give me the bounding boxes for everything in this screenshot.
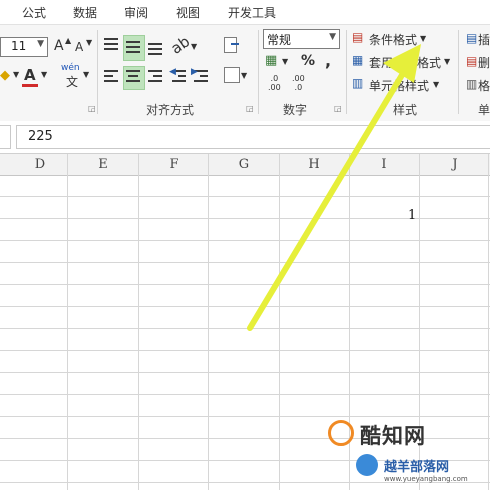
watermark-site-cn2: 越羊部落网 <box>384 460 450 475</box>
watermark-url: www.yueyangbang.com <box>384 475 468 483</box>
watermark: 酷知网 越羊部落网 www.yueyangbang.com <box>326 414 490 490</box>
watermark-logo-icon <box>328 420 354 446</box>
arrow-shaft <box>247 67 408 331</box>
watermark-logo2-icon <box>356 454 378 476</box>
watermark-site-cn: 酷知网 <box>360 424 426 448</box>
